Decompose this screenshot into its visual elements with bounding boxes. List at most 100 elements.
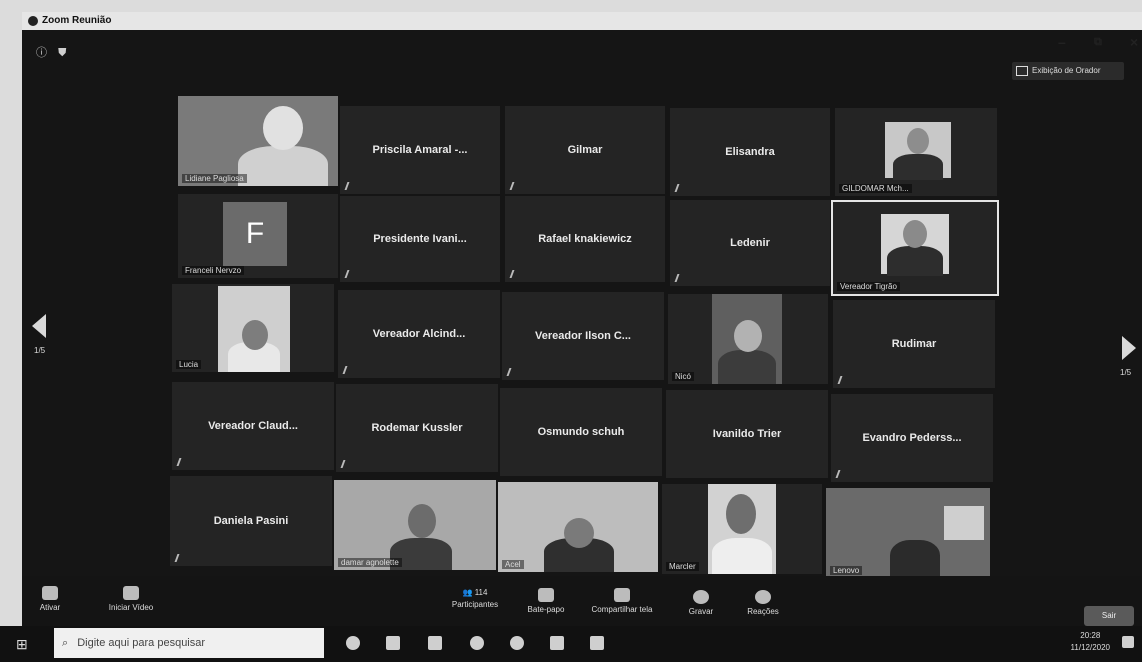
mic-muted-icon [42, 586, 58, 600]
video-feed [712, 294, 782, 384]
video-feed [881, 214, 949, 276]
participant-tile[interactable]: Osmundo schuh [500, 388, 662, 476]
mic-muted-icon [344, 270, 356, 278]
participant-tile[interactable]: GILDOMAR Mch... [835, 108, 997, 196]
participant-tile[interactable]: Elisandra [670, 108, 830, 196]
participant-tile[interactable]: Marcler [662, 484, 822, 574]
participant-name: Vereador Alcind... [372, 328, 466, 340]
participant-name-label: Nicó [672, 372, 695, 381]
window-titlebar: Zoom Reunião [22, 12, 1142, 32]
record-button[interactable]: Gravar [678, 590, 724, 616]
minimize-icon[interactable]: – [1058, 34, 1066, 50]
participants-button[interactable]: 👥 114 Participantes [440, 588, 510, 609]
mic-muted-icon [835, 470, 847, 478]
mic-muted-icon [506, 368, 518, 376]
participant-tile[interactable]: Lenovo [826, 488, 990, 578]
mic-muted-icon [837, 376, 849, 384]
participant-tile[interactable]: Rudimar [833, 300, 995, 388]
participant-name: Rudimar [891, 338, 937, 350]
participant-tile[interactable]: Nicó [668, 294, 828, 384]
page-indicator-left: 1/5 [34, 346, 46, 355]
participant-name: Elisandra [725, 146, 775, 158]
participant-name: Osmundo schuh [537, 426, 625, 438]
speaker-view-button[interactable]: Exibição de Orador [1012, 62, 1124, 80]
video-feed [218, 286, 290, 372]
participant-name-label: GILDOMAR Mch... [839, 184, 912, 193]
mic-muted-icon [509, 270, 521, 278]
mic-muted-icon [344, 182, 356, 190]
participant-tile[interactable]: Vereador Alcind... [338, 290, 500, 378]
start-video-button[interactable]: Iniciar Vídeo [96, 586, 166, 612]
shield-icon[interactable]: ⛊ [58, 47, 66, 59]
participant-tile[interactable]: Vereador Claud... [172, 382, 334, 470]
participant-name-label: damar agnolette [338, 558, 402, 567]
system-clock[interactable]: 20:28 11/12/2020 [1071, 630, 1110, 654]
next-page-arrow[interactable] [1122, 336, 1136, 360]
participant-tile[interactable]: Vereador Ilson C... [502, 292, 664, 380]
zoom-taskbar-icon[interactable] [590, 636, 604, 650]
participant-tile[interactable]: Gilmar [505, 106, 665, 194]
chat-icon [538, 588, 554, 602]
unmute-button[interactable]: Ativar [30, 586, 70, 612]
participant-name: Daniela Pasini [213, 515, 289, 527]
maximize-icon[interactable]: ⧉ [1094, 36, 1102, 49]
participant-name-label: Vereador Tigrão [837, 282, 900, 291]
share-screen-button[interactable]: Compartilhar tela [582, 588, 662, 614]
video-off-icon [123, 586, 139, 600]
file-explorer-icon[interactable] [428, 636, 442, 650]
search-icon: ⌕ [62, 637, 69, 649]
participant-name-label: Acel [502, 560, 524, 569]
grid-icon [1016, 65, 1028, 76]
close-icon[interactable]: × [1130, 34, 1138, 50]
participant-tile[interactable]: Lucia [172, 284, 334, 372]
notification-icon[interactable] [1122, 636, 1134, 648]
participant-tile[interactable]: Ivanildo Trier [666, 390, 828, 478]
video-feed [334, 480, 496, 570]
participant-tile[interactable]: Rafael knakiewicz [505, 196, 665, 282]
chrome-icon[interactable] [470, 636, 484, 650]
participant-tile[interactable]: Acel [498, 482, 658, 572]
meeting-info-icons: ⓘ ⛊ [36, 44, 66, 60]
participant-tile[interactable]: Evandro Pederss... [831, 394, 993, 482]
participant-name-label: Marcler [666, 562, 699, 571]
participant-name: Vereador Ilson C... [535, 330, 631, 342]
video-feed [178, 96, 338, 186]
participant-tile[interactable]: F Franceli Nervzo [178, 194, 338, 278]
participant-tile[interactable]: Ledenir [670, 200, 830, 286]
windows-taskbar: ⊞ ⌕ Digite aqui para pesquisar 20:28 11/… [0, 626, 1142, 662]
word-icon[interactable] [550, 636, 564, 650]
participant-tile[interactable]: damar agnolette [334, 480, 496, 570]
windows-start-icon[interactable]: ⊞ [16, 636, 28, 653]
mic-muted-icon [342, 366, 354, 374]
participants-count: 114 [474, 588, 488, 597]
participant-tile[interactable]: Presidente Ivani... [340, 196, 500, 282]
chat-button[interactable]: Bate-papo [518, 588, 574, 614]
mic-muted-icon [174, 554, 186, 562]
video-feed [708, 484, 776, 574]
page-indicator-right: 1/5 [1120, 368, 1132, 377]
cortana-icon[interactable] [346, 636, 360, 650]
participant-tile[interactable]: Priscila Amaral -... [340, 106, 500, 194]
reactions-button[interactable]: Reações [738, 590, 788, 616]
mic-muted-icon [176, 458, 188, 466]
participant-name: Evandro Pederss... [862, 432, 962, 444]
mic-muted-icon [340, 460, 352, 468]
participant-name: Rafael knakiewicz [538, 233, 632, 245]
video-feed [885, 122, 951, 180]
participant-tile[interactable]: Daniela Pasini [170, 476, 332, 566]
video-feed [498, 482, 658, 572]
video-feed [826, 488, 990, 578]
window-title: Zoom Reunião [42, 15, 112, 26]
taskbar-search-box[interactable]: ⌕ Digite aqui para pesquisar [54, 628, 324, 658]
edge-icon[interactable] [510, 636, 524, 650]
previous-page-arrow[interactable] [32, 314, 46, 338]
participant-tile[interactable]: Lidiane Pagliosa [178, 96, 338, 186]
task-view-icon[interactable] [386, 636, 400, 650]
leave-button[interactable]: Sair [1084, 606, 1134, 626]
active-speaker-tile[interactable]: Vereador Tigrão [831, 200, 999, 296]
participant-name-label: Lucia [176, 360, 202, 369]
info-icon[interactable]: ⓘ [36, 47, 47, 59]
share-screen-icon [614, 588, 630, 602]
participant-tile[interactable]: Rodemar Kussler [336, 384, 498, 472]
zoom-logo-icon [28, 16, 38, 26]
